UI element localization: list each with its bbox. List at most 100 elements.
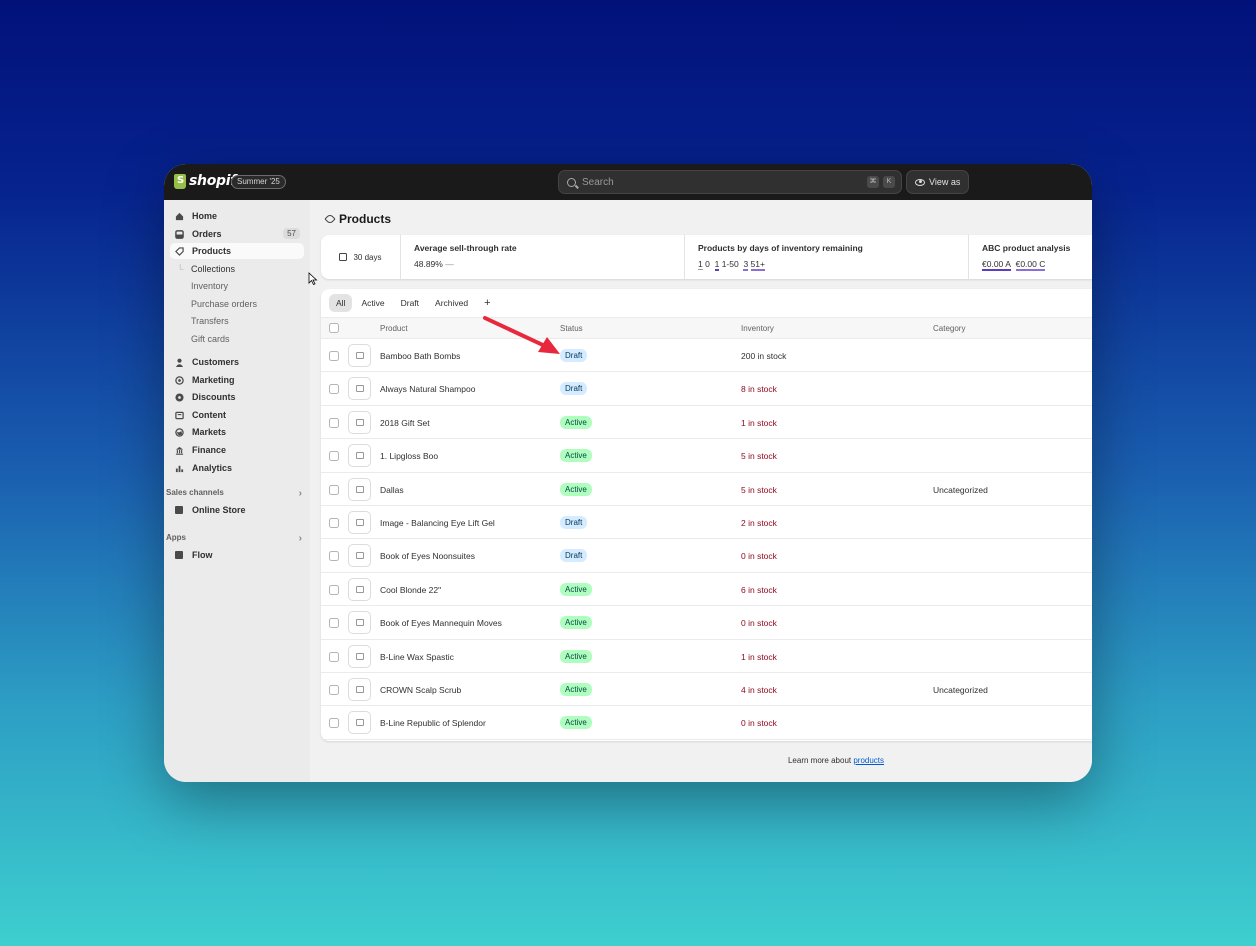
select-all-checkbox[interactable]	[329, 323, 339, 333]
abc-a-label: A	[1005, 259, 1011, 269]
product-name[interactable]: CROWN Scalp Scrub	[380, 685, 461, 695]
chevron-right-icon[interactable]: ›	[299, 533, 302, 544]
tab-active[interactable]: Active	[354, 294, 391, 312]
tab-draft[interactable]: Draft	[394, 294, 426, 312]
product-name[interactable]: 2018 Gift Set	[380, 418, 430, 428]
sidebar-item-products[interactable]: Products	[170, 243, 304, 259]
sidebar-item-online-store[interactable]: Online Store	[170, 502, 304, 518]
table-row[interactable]: CROWN Scalp Scrub Active 4 in stock Uncateg…	[321, 673, 1092, 707]
product-name[interactable]: Book of Eyes Mannequin Moves	[380, 618, 502, 628]
sidebar-item-discounts[interactable]: Discounts	[170, 389, 304, 405]
product-name[interactable]: Bamboo Bath Bombs	[380, 351, 460, 361]
product-name[interactable]: Book of Eyes Noonsuites	[380, 551, 475, 561]
sales-channels-heading[interactable]: Sales channels ›	[166, 488, 302, 499]
abc-c-label: C	[1039, 259, 1046, 269]
row-checkbox[interactable]	[329, 651, 339, 662]
column-header-inventory[interactable]: Inventory	[741, 324, 774, 333]
sidebar-item-label: Customers	[192, 357, 240, 367]
sidebar-item-transfers[interactable]: Transfers	[191, 316, 229, 326]
table-row[interactable]: Always Natural Shampoo Draft 8 in stock	[321, 372, 1092, 406]
sidebar-item-finance[interactable]: Finance	[170, 442, 304, 458]
sidebar-item-label: Flow	[192, 550, 213, 560]
table-row[interactable]: Book of Eyes Noonsuites Draft 0 in stock	[321, 539, 1092, 573]
sidebar-item-label: Markets	[192, 427, 227, 437]
table-row[interactable]: 1. Lipgloss Boo Active 5 in stock	[321, 439, 1092, 473]
product-thumbnail[interactable]	[348, 410, 371, 434]
edition-badge: Summer '25	[231, 175, 286, 189]
sidebar-item-inventory[interactable]: Inventory	[191, 281, 228, 291]
row-checkbox[interactable]	[329, 351, 339, 361]
sidebar-item-collections[interactable]: Collections	[191, 264, 235, 274]
chevron-right-icon[interactable]: ›	[299, 488, 302, 499]
product-thumbnail[interactable]	[348, 377, 371, 401]
abc-analysis-metric[interactable]: ABC product analysis €0.00 A €0.00 C	[969, 235, 1092, 279]
table-row[interactable]: Dallas Active 5 in stock Uncategorized	[321, 473, 1092, 506]
sidebar-item-customers[interactable]: Customers	[170, 354, 304, 370]
status-badge: Active	[560, 449, 592, 463]
product-name[interactable]: B-Line Wax Spastic	[380, 652, 454, 662]
product-thumbnail[interactable]	[348, 444, 371, 468]
column-header-status[interactable]: Status	[560, 324, 583, 333]
product-name[interactable]: Dallas	[380, 485, 404, 495]
inventory-count: 0 in stock	[741, 551, 777, 562]
table-row[interactable]: Cool Blonde 22" Active 6 in stock	[321, 573, 1092, 607]
days-inventory-metric[interactable]: Products by days of inventory remaining …	[685, 235, 969, 279]
view-as-button[interactable]: View as	[906, 170, 970, 194]
table-row[interactable]: Book of Eyes Mannequin Moves Active 0 in s…	[321, 606, 1092, 640]
product-name[interactable]: Always Natural Shampoo	[380, 384, 475, 394]
row-checkbox[interactable]	[329, 518, 339, 528]
sell-through-value: 48.89%	[414, 259, 443, 269]
product-thumbnail[interactable]	[348, 344, 371, 367]
sidebar-item-marketing[interactable]: Marketing	[170, 372, 304, 388]
status-badge: Active	[560, 716, 592, 730]
product-thumbnail[interactable]	[348, 544, 371, 568]
product-thumbnail[interactable]	[348, 511, 371, 534]
table-row[interactable]: B-Line Wax Spastic Active 1 in stock	[321, 640, 1092, 673]
apps-heading[interactable]: Apps ›	[166, 533, 302, 544]
column-header-product[interactable]: Product	[380, 324, 408, 333]
tab-all[interactable]: All	[329, 294, 353, 312]
tab-archived[interactable]: Archived	[428, 294, 475, 312]
add-view-button[interactable]: +	[477, 296, 497, 310]
inventory-count: 1 in stock	[741, 417, 777, 428]
target-icon	[174, 375, 184, 385]
row-checkbox[interactable]	[329, 451, 339, 462]
table-row[interactable]: Bamboo Bath Bombs Draft 200 in stock	[321, 339, 1092, 373]
product-thumbnail[interactable]	[348, 477, 371, 501]
sidebar-item-content[interactable]: Content	[170, 407, 304, 423]
search-input[interactable]: Search ⌘ K	[558, 170, 902, 194]
product-name[interactable]: Cool Blonde 22"	[380, 585, 441, 595]
product-thumbnail[interactable]	[348, 611, 371, 635]
row-checkbox[interactable]	[329, 484, 339, 495]
sidebar-item-orders[interactable]: Orders 57	[170, 226, 304, 242]
table-row[interactable]: Image - Balancing Eye Lift Gel Draft 2 in …	[321, 506, 1092, 540]
globe-icon	[174, 427, 184, 437]
row-checkbox[interactable]	[329, 551, 339, 562]
product-thumbnail[interactable]	[348, 644, 371, 668]
sell-through-metric[interactable]: Average sell-through rate 48.89% —	[401, 235, 685, 279]
sidebar-item-purchase-orders[interactable]: Purchase orders	[191, 299, 257, 309]
row-checkbox[interactable]	[329, 685, 339, 695]
row-checkbox[interactable]	[329, 718, 339, 729]
inventory-count: 6 in stock	[741, 584, 777, 595]
row-checkbox[interactable]	[329, 584, 339, 595]
row-checkbox[interactable]	[329, 384, 339, 395]
date-range-button[interactable]: 30 days	[321, 235, 401, 279]
table-row[interactable]: 2018 Gift Set Active 1 in stock	[321, 406, 1092, 440]
column-header-category[interactable]: Category	[933, 324, 965, 333]
product-name[interactable]: B-Line Republic of Splendor	[380, 718, 486, 728]
row-checkbox[interactable]	[329, 417, 339, 428]
product-thumbnail[interactable]	[348, 577, 371, 601]
sidebar-item-gift-cards[interactable]: Gift cards	[191, 334, 230, 344]
row-checkbox[interactable]	[329, 618, 339, 629]
product-thumbnail[interactable]	[348, 678, 371, 701]
sidebar-item-analytics[interactable]: Analytics	[170, 460, 304, 476]
table-row[interactable]: B-Line Republic of Splendor Active 0 in st…	[321, 706, 1092, 740]
sidebar-item-markets[interactable]: Markets	[170, 424, 304, 440]
sidebar-item-flow[interactable]: Flow	[170, 547, 304, 563]
sidebar-item-home[interactable]: Home	[170, 208, 304, 224]
products-help-link[interactable]: products	[853, 756, 884, 765]
product-thumbnail[interactable]	[348, 711, 371, 735]
product-name[interactable]: 1. Lipgloss Boo	[380, 451, 438, 461]
product-name[interactable]: Image - Balancing Eye Lift Gel	[380, 518, 495, 528]
